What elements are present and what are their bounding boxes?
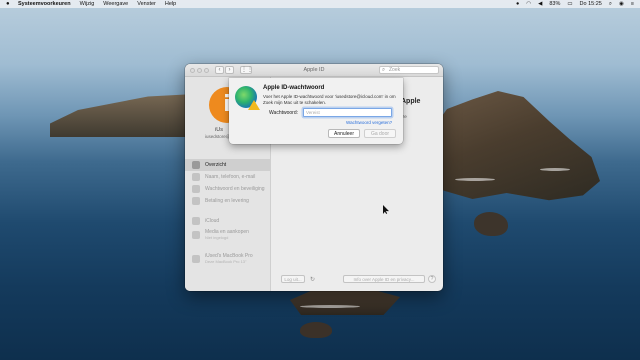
battery-percent: 83% <box>549 1 561 7</box>
wallpaper-island-left <box>50 94 190 137</box>
wallpaper-island-main <box>430 91 600 201</box>
battery-icon[interactable]: ▭ <box>567 1 572 7</box>
laptop-icon <box>192 255 200 263</box>
sidebar-item-betaling[interactable]: Betaling en levering <box>185 195 271 207</box>
wallpaper-surf <box>540 168 570 171</box>
sidebar-item-wachtwoord[interactable]: Wachtwoord en beveiliging <box>185 183 271 195</box>
app-store-icon <box>192 231 200 239</box>
menu-clock[interactable]: Do 15:25 <box>580 1 602 7</box>
warning-icon <box>248 100 260 110</box>
menu-item-help[interactable]: Help <box>165 1 176 7</box>
spotlight-icon[interactable]: ⌕ <box>609 1 612 8</box>
password-field[interactable]: Vereist <box>303 108 392 117</box>
status-icon[interactable]: ● <box>516 1 519 7</box>
main-heading: Apple <box>401 98 421 105</box>
sidebar-item-label: Wachtwoord en beveiliging <box>205 186 265 192</box>
wallpaper-surf <box>455 178 495 181</box>
sidebar-item-media[interactable]: Media en aankopen Niet ingelogd <box>185 227 271 243</box>
main-text: deze <box>397 114 437 120</box>
apple-id-privacy-button[interactable]: Info over Apple ID en privacy... <box>343 275 425 283</box>
menu-item-wijzig[interactable]: Wijzig <box>80 1 95 7</box>
search-input[interactable]: ⌕ Zoek <box>379 66 439 74</box>
lock-icon <box>192 185 200 193</box>
user-email: iusedstore@i <box>205 134 232 139</box>
sidebar-list: Overzicht Naam, telefoon, e-mail Wachtwo… <box>185 159 271 267</box>
sidebar-divider <box>185 243 271 251</box>
forgot-password-link[interactable]: Wachtwoord vergeten? <box>346 120 392 125</box>
sheet-description: Voer het Apple ID-wachtwoord voor 'iused… <box>263 94 396 105</box>
user-name: iUs <box>215 127 223 133</box>
bottom-bar: Log uit... ↻ Info over Apple ID en priva… <box>271 275 443 285</box>
wifi-icon[interactable]: ◠ <box>526 1 531 7</box>
cancel-button[interactable]: Annuleer <box>328 129 360 138</box>
search-placeholder: Zoek <box>389 67 401 73</box>
sidebar-item-label: Overzicht <box>205 162 227 168</box>
menu-bar: ● Systeemvoorkeuren Wijzig Weergave Vens… <box>0 0 640 8</box>
search-icon: ⌕ <box>382 67 386 73</box>
help-button[interactable]: ? <box>428 275 436 283</box>
siri-icon[interactable]: ◉ <box>619 1 624 7</box>
password-sheet: Apple ID-wachtwoord Voer het Apple ID-wa… <box>229 78 403 144</box>
continue-button[interactable]: Ga door <box>364 129 396 138</box>
find-my-icon <box>235 86 260 110</box>
wallpaper-surf <box>300 305 360 308</box>
sidebar-item-sublabel: Deze MacBook Pro 13" <box>205 259 247 264</box>
sidebar-item-icloud[interactable]: iCloud <box>185 215 271 227</box>
notification-center-icon[interactable]: ≡ <box>631 1 634 7</box>
apple-logo-icon <box>192 161 200 169</box>
menu-app-name[interactable]: Systeemvoorkeuren <box>18 1 71 7</box>
cloud-icon <box>192 217 200 225</box>
sidebar-item-sublabel: Niet ingelogd <box>205 235 229 240</box>
sidebar-item-device[interactable]: iUsed's MacBook Pro Deze MacBook Pro 13" <box>185 251 271 267</box>
sidebar-item-label: iCloud <box>205 218 220 224</box>
menu-item-weergave[interactable]: Weergave <box>103 1 128 7</box>
sidebar-divider <box>185 207 271 215</box>
sound-icon[interactable]: ◀ <box>538 1 542 7</box>
wallpaper-island-small <box>300 322 332 338</box>
sidebar-item-label: Betaling en levering <box>205 198 249 204</box>
wallpaper-rock <box>474 212 508 236</box>
refresh-icon[interactable]: ↻ <box>310 276 315 283</box>
logout-button[interactable]: Log uit... <box>281 275 305 283</box>
apple-menu-icon[interactable]: ● <box>6 0 12 8</box>
menu-item-venster[interactable]: Venster <box>137 1 156 7</box>
window-titlebar: ‹ › ⋮⋮ Apple ID ⌕ Zoek <box>185 64 443 77</box>
sheet-title: Apple ID-wachtwoord <box>263 85 325 91</box>
credit-card-icon <box>192 197 200 205</box>
contact-card-icon <box>192 173 200 181</box>
sidebar-item-label: Naam, telefoon, e-mail <box>205 174 256 180</box>
sidebar-item-naam[interactable]: Naam, telefoon, e-mail <box>185 171 271 183</box>
password-label: Wachtwoord: <box>269 110 298 116</box>
sidebar-item-overzicht[interactable]: Overzicht <box>185 159 271 171</box>
